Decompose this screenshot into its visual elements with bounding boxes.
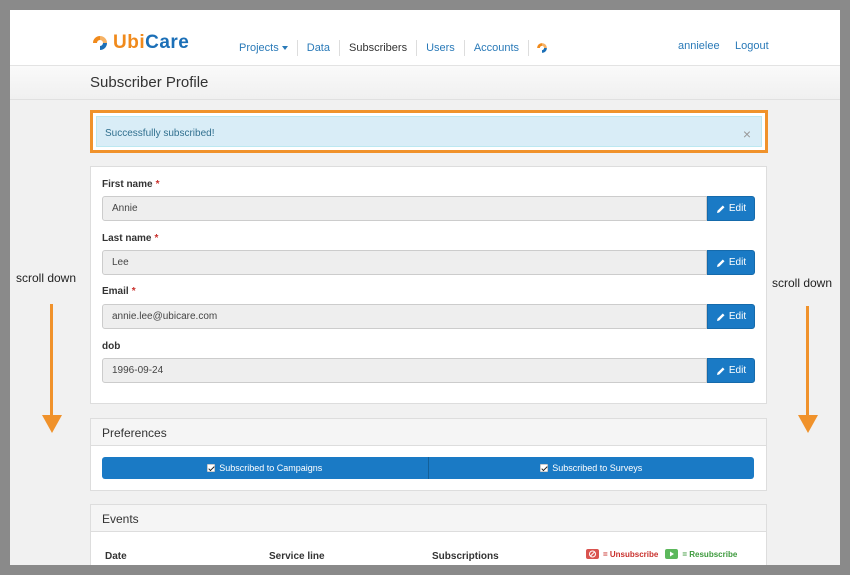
preferences-heading: Preferences [91,419,766,446]
subscription-legend: = Unsubscribe = Resubscribe [586,549,737,559]
page-header: Subscriber Profile [10,66,840,100]
events-heading: Events [91,505,766,532]
logo-wordmark: UbiCare [113,32,189,54]
resubscribe-icon [665,549,679,559]
logout-link[interactable]: Logout [735,40,769,52]
checkbox-checked-icon [207,464,216,472]
email-label-text: Email [102,286,129,297]
edit-first-name-button[interactable]: Edit [707,196,755,221]
scroll-down-note-left: scroll down [16,271,77,285]
scroll-arrow-right-shaft [806,306,809,416]
page-title: Subscriber Profile [90,74,209,91]
last-name-label-text: Last name [102,233,152,244]
nav-subscribers[interactable]: Subscribers [340,40,418,56]
events-panel: Events Date Service line Subscriptions =… [90,504,767,565]
edit-last-name-button[interactable]: Edit [707,250,755,275]
email-field[interactable]: annie.lee@ubicare.com [102,304,707,329]
app-window: UbiCare Projects Data Subscribers Users … [10,10,840,565]
last-name-field[interactable]: Lee [102,250,707,275]
main-nav: Projects Data Subscribers Users Accounts [230,40,549,56]
ubicare-logo-icon [90,33,110,53]
required-marker: * [131,286,136,297]
surveys-label: Subscribed to Surveys [552,463,643,473]
alert-highlight: Successfully subscribed! × [90,110,768,153]
caret-down-icon [281,46,288,51]
nav-projects-label: Projects [239,42,279,54]
ubicare-logo[interactable]: UbiCare [90,32,189,54]
required-marker: * [155,179,160,190]
first-name-label-text: First name [102,179,153,190]
edit-button-label: Edit [728,257,747,268]
unsubscribe-legend-label: = Unsubscribe [603,549,659,559]
campaigns-subscription-toggle[interactable]: Subscribed to Campaigns [102,457,428,479]
column-subscriptions: Subscriptions [432,551,499,562]
scroll-arrow-left-shaft [50,304,53,416]
email-label: Email * [102,286,136,297]
column-date: Date [105,551,127,562]
success-alert: Successfully subscribed! × [96,116,762,147]
edit-dob-button[interactable]: Edit [707,358,755,383]
user-menu-link[interactable]: annielee [678,40,720,52]
first-name-field[interactable]: Annie [102,196,707,221]
edit-button-label: Edit [728,311,747,322]
edit-button-label: Edit [728,365,747,376]
nav-projects[interactable]: Projects [230,40,298,56]
logo-text-care: Care [145,32,190,53]
top-navbar: UbiCare Projects Data Subscribers Users … [10,10,840,66]
last-name-label: Last name * [102,233,158,244]
preferences-panel: Preferences Subscribed to Campaigns Subs… [90,418,767,491]
required-marker: * [154,233,159,244]
close-icon[interactable]: × [743,126,751,142]
nav-accounts[interactable]: Accounts [465,40,530,56]
dob-label-text: dob [102,341,121,352]
ubicare-mark-icon[interactable] [535,41,549,55]
nav-data[interactable]: Data [298,40,340,56]
campaigns-label: Subscribed to Campaigns [219,463,323,473]
scroll-down-note-right: scroll down [772,276,833,290]
alert-message: Successfully subscribed! [105,128,215,139]
unsubscribe-icon [586,549,599,559]
nav-users[interactable]: Users [417,40,465,56]
arrow-down-icon [797,415,818,433]
pencil-icon [716,312,726,322]
arrow-down-icon [41,415,62,433]
preferences-toggle-group: Subscribed to Campaigns Subscribed to Su… [102,457,754,479]
profile-form-panel: First name * Annie Edit Last name * Lee Ed… [90,166,767,404]
pencil-icon [716,258,726,268]
logo-text-ubi: Ubi [113,32,146,53]
resubscribe-legend-label: = Resubscribe [682,549,738,559]
column-service-line: Service line [269,551,325,562]
first-name-label: First name * [102,179,159,190]
edit-email-button[interactable]: Edit [707,304,755,329]
dob-label: dob [102,341,120,352]
dob-field[interactable]: 1996-09-24 [102,358,707,383]
pencil-icon [716,204,726,214]
events-table-header: Date Service line Subscriptions = Unsubs… [102,542,754,565]
surveys-subscription-toggle[interactable]: Subscribed to Surveys [427,457,755,479]
pencil-icon [716,366,726,376]
edit-button-label: Edit [728,203,747,214]
checkbox-checked-icon [540,464,549,472]
